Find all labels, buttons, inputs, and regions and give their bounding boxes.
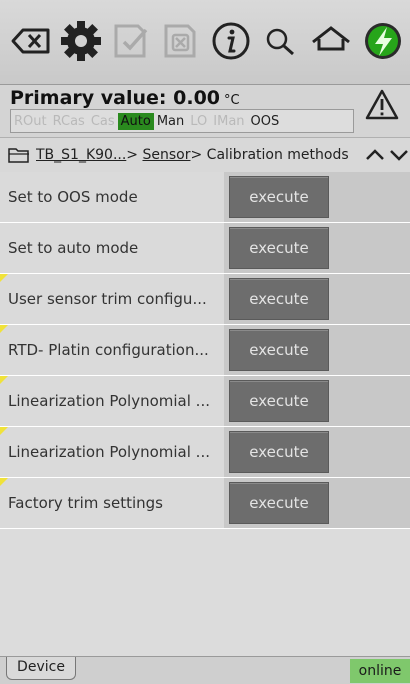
search-icon[interactable] — [258, 18, 304, 64]
method-cell: execute — [224, 223, 410, 273]
method-label: Linearization Polynomial ... — [0, 376, 224, 426]
method-label: Factory trim settings — [0, 478, 224, 528]
execute-button[interactable]: execute — [229, 227, 329, 269]
primary-value: Primary value: 0.00 °C — [10, 87, 240, 109]
changed-flag-icon — [0, 478, 8, 486]
primary-value-text: Primary value: 0.00 — [10, 87, 221, 109]
connection-status: online — [350, 659, 410, 683]
method-label: RTD- Platin configuration... — [0, 325, 224, 375]
chevron-down-icon[interactable] — [388, 146, 410, 164]
breadcrumb: TB_S1_K90...> Sensor> Calibration method… — [0, 138, 410, 173]
list-item: RTD- Platin configuration... execute — [0, 325, 410, 376]
changed-flag-icon — [0, 274, 8, 282]
mode-cas: Cas — [90, 113, 115, 129]
mode-auto: Auto — [117, 112, 154, 130]
breadcrumb-separator: > — [190, 147, 203, 163]
checkmark-document-icon[interactable] — [108, 18, 154, 64]
list-item: Linearization Polynomial ... execute — [0, 376, 410, 427]
breadcrumb-path: TB_S1_K90...> Sensor> Calibration method… — [36, 147, 366, 163]
execute-button[interactable]: execute — [229, 176, 329, 218]
mode-man: Man — [156, 113, 185, 129]
list-item: Set to auto mode execute — [0, 223, 410, 274]
status-panel: Primary value: 0.00 °C ROut RCas Cas Auto… — [0, 85, 410, 138]
execute-button[interactable]: execute — [229, 380, 329, 422]
mode-rcas: RCas — [52, 113, 85, 129]
list-item: User sensor trim configu... execute — [0, 274, 410, 325]
toolbar — [0, 0, 410, 85]
method-cell: execute — [224, 427, 410, 477]
folder-icon[interactable] — [8, 146, 30, 164]
warning-icon[interactable] — [364, 88, 400, 122]
cancel-document-icon[interactable] — [158, 18, 204, 64]
mode-iman: IMan — [213, 113, 245, 129]
changed-flag-icon — [0, 376, 8, 384]
method-cell: execute — [224, 172, 410, 222]
info-icon[interactable] — [208, 18, 254, 64]
changed-flag-icon — [0, 427, 8, 435]
execute-button[interactable]: execute — [229, 278, 329, 320]
list-item: Set to OOS mode execute — [0, 172, 410, 223]
breadcrumb-root[interactable]: TB_S1_K90... — [36, 147, 126, 163]
method-label: Linearization Polynomial ... — [0, 427, 224, 477]
changed-flag-icon — [0, 325, 8, 333]
bottom-bar: Device online — [0, 656, 410, 684]
home-icon[interactable] — [308, 18, 354, 64]
methods-list: Set to OOS mode execute Set to auto mode… — [0, 172, 410, 529]
method-label: User sensor trim configu... — [0, 274, 224, 324]
mode-lo: LO — [190, 113, 208, 129]
mode-rout: ROut — [14, 113, 47, 129]
method-cell: execute — [224, 325, 410, 375]
breadcrumb-separator: > — [126, 147, 139, 163]
execute-button[interactable]: execute — [229, 431, 329, 473]
list-item: Factory trim settings execute — [0, 478, 410, 529]
execute-button[interactable]: execute — [229, 329, 329, 371]
chevron-up-icon[interactable] — [364, 146, 386, 164]
method-cell: execute — [224, 376, 410, 426]
execute-button[interactable]: execute — [229, 482, 329, 524]
online-status-icon — [360, 18, 406, 64]
method-label: Set to OOS mode — [0, 172, 224, 222]
list-item: Linearization Polynomial ... execute — [0, 427, 410, 478]
method-label: Set to auto mode — [0, 223, 224, 273]
breadcrumb-current: Calibration methods — [206, 147, 349, 163]
backspace-icon[interactable] — [8, 18, 54, 64]
breadcrumb-section[interactable]: Sensor — [142, 147, 190, 163]
method-cell: execute — [224, 478, 410, 528]
mode-indicator: ROut RCas Cas Auto Man LO IMan OOS — [10, 109, 354, 133]
gear-icon[interactable] — [58, 18, 104, 64]
method-cell: execute — [224, 274, 410, 324]
primary-value-unit: °C — [224, 93, 240, 108]
tab-device[interactable]: Device — [6, 657, 76, 680]
mode-oos: OOS — [250, 113, 280, 129]
